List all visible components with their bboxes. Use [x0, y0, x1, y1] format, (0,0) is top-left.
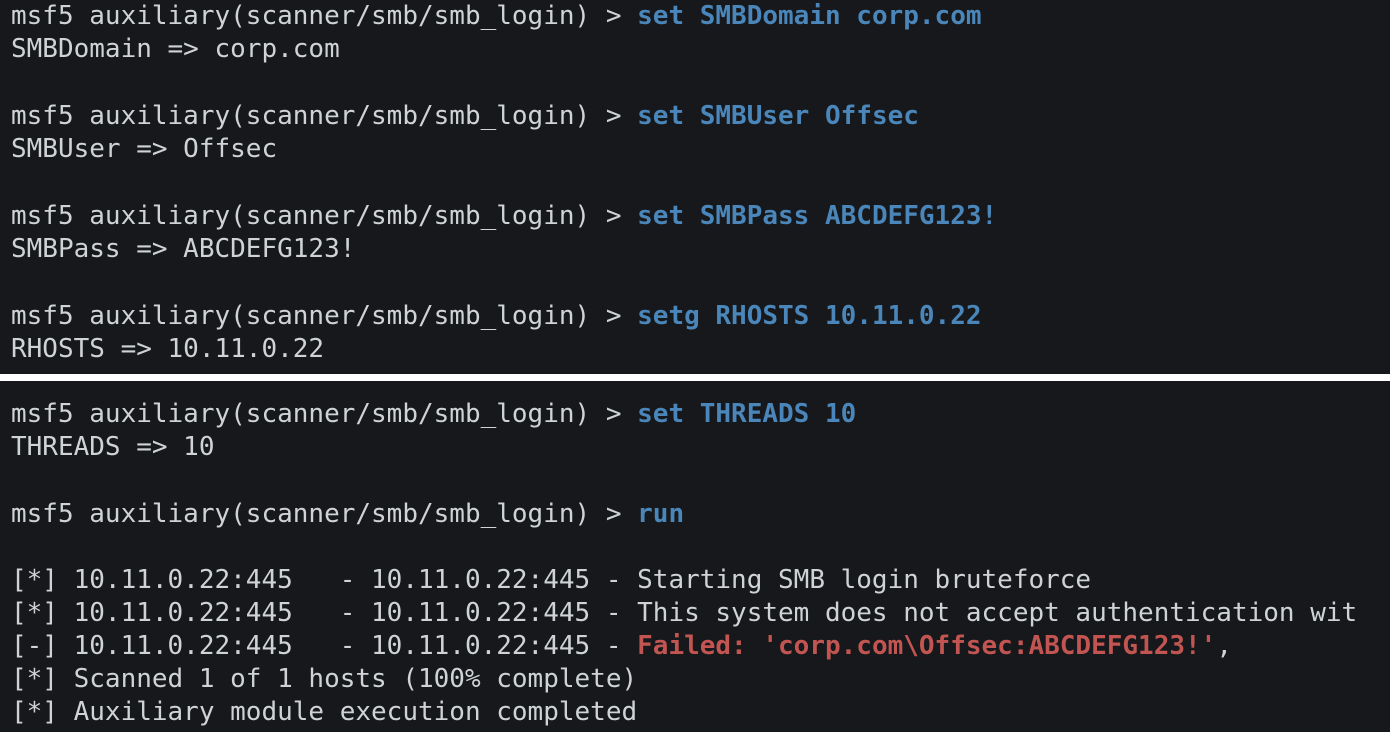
prompt-line: msf5 auxiliary(scanner/smb/smb_login) > … [11, 200, 997, 233]
result-line: [*] 10.11.0.22:445 - 10.11.0.22:445 - St… [11, 565, 1092, 595]
prompt-line: msf5 auxiliary(scanner/smb/smb_login) > … [11, 100, 919, 133]
output-line: SMBPass => ABCDEFG123! [11, 234, 356, 264]
prompt: msf5 auxiliary(scanner/smb/smb_login) > [11, 301, 638, 331]
command: set THREADS 10 [637, 399, 857, 429]
command: set SMBPass ABCDEFG123! [637, 201, 998, 231]
result-line: [*] Auxiliary module execution completed [11, 697, 638, 727]
prompt-line: msf5 auxiliary(scanner/smb/smb_login) > … [11, 398, 856, 431]
prompt: msf5 auxiliary(scanner/smb/smb_login) > [11, 399, 638, 429]
command: run [637, 499, 685, 529]
command: set SMBDomain corp.com [637, 1, 982, 31]
prompt-line: msf5 auxiliary(scanner/smb/smb_login) > … [11, 0, 982, 33]
output-line: THREADS => 10 [11, 432, 215, 462]
command: set SMBUser Offsec [637, 101, 919, 131]
command: setg RHOSTS 10.11.0.22 [637, 301, 982, 331]
prompt-line: msf5 auxiliary(scanner/smb/smb_login) > … [11, 498, 684, 531]
failed-message: Failed: 'corp.com\Offsec:ABCDEFG123!' [637, 631, 1217, 661]
output-line: SMBDomain => corp.com [11, 34, 340, 64]
prompt: msf5 auxiliary(scanner/smb/smb_login) > [11, 101, 638, 131]
result-line: [-] 10.11.0.22:445 - 10.11.0.22:445 - Fa… [11, 630, 1232, 663]
terminal-panel-top[interactable]: msf5 auxiliary(scanner/smb/smb_login) > … [0, 0, 1390, 374]
prompt-line: msf5 auxiliary(scanner/smb/smb_login) > … [11, 300, 982, 333]
output-line: RHOSTS => 10.11.0.22 [11, 334, 325, 364]
prompt: msf5 auxiliary(scanner/smb/smb_login) > [11, 1, 638, 31]
result-line: [*] Scanned 1 of 1 hosts (100% complete) [11, 664, 638, 694]
prompt: msf5 auxiliary(scanner/smb/smb_login) > [11, 499, 638, 529]
terminal-panel-bottom[interactable]: msf5 auxiliary(scanner/smb/smb_login) > … [0, 381, 1390, 732]
result-line: [*] 10.11.0.22:445 - 10.11.0.22:445 - Th… [11, 598, 1358, 628]
result-suffix: , [1216, 631, 1232, 661]
prompt: msf5 auxiliary(scanner/smb/smb_login) > [11, 201, 638, 231]
result-prefix: [-] 10.11.0.22:445 - 10.11.0.22:445 - [11, 631, 638, 661]
panel-divider [0, 374, 1390, 381]
output-line: SMBUser => Offsec [11, 134, 278, 164]
